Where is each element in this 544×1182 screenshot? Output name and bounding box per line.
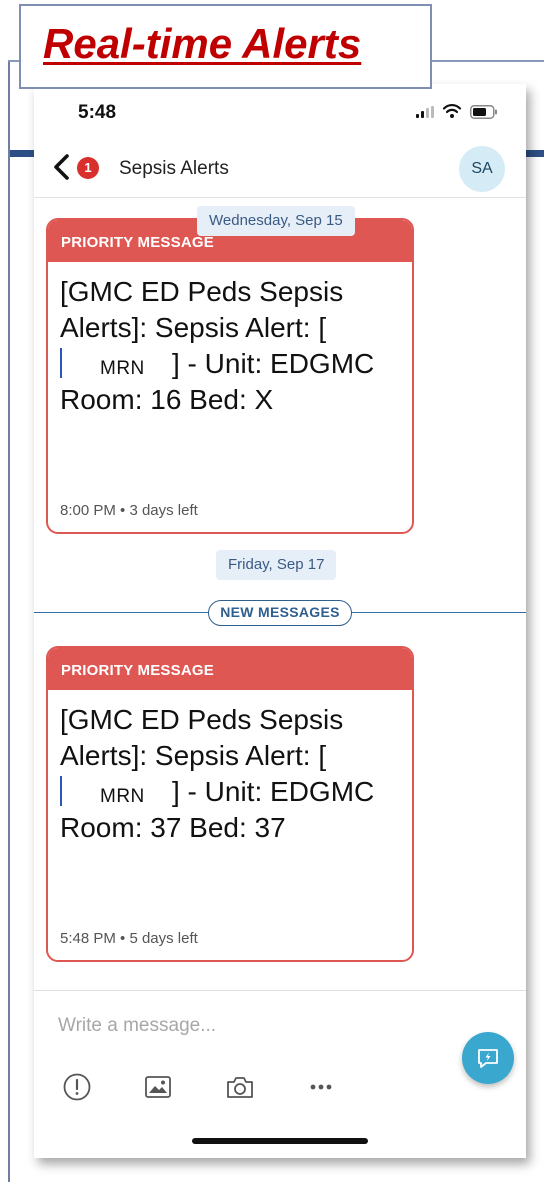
back-chevron-icon[interactable] <box>50 152 72 182</box>
new-messages-label: NEW MESSAGES <box>208 600 352 626</box>
mrn-redaction: MRN <box>60 348 172 379</box>
conversation-title: Sepsis Alerts <box>119 158 229 179</box>
message-text-start: [GMC ED Peds Sepsis Alerts]: Sepsis Aler… <box>60 276 344 343</box>
message-text: [GMC ED Peds Sepsis Alerts]: Sepsis Aler… <box>60 274 410 418</box>
date-separator: Friday, Sep 17 <box>216 550 337 580</box>
slide-title: Real-time Alerts <box>43 20 362 67</box>
phone-screen: 5:48 1 Sepsis Alerts SA PRIORITY MESSAGE… <box>34 84 526 1158</box>
slide-title-box: Real-time Alerts <box>19 4 432 89</box>
slide-band-left <box>10 150 36 157</box>
avatar[interactable]: SA <box>459 146 505 192</box>
composer-divider <box>34 990 526 991</box>
status-time: 5:48 <box>78 102 117 123</box>
mrn-redaction: MRN <box>60 776 172 807</box>
priority-icon[interactable] <box>62 1072 92 1102</box>
priority-header: PRIORITY MESSAGE <box>48 648 412 690</box>
image-icon[interactable] <box>143 1072 173 1102</box>
date-separator: Wednesday, Sep 15 <box>197 206 355 236</box>
message-input[interactable]: Write a message... <box>58 1015 216 1037</box>
home-indicator[interactable] <box>192 1138 368 1144</box>
message-card[interactable]: PRIORITY MESSAGE [GMC ED Peds Sepsis Ale… <box>46 218 414 534</box>
mrn-label: MRN <box>100 358 145 379</box>
quick-reply-icon <box>478 1049 498 1068</box>
nav-bar: 1 Sepsis Alerts SA <box>34 140 526 198</box>
status-bar: 5:48 <box>34 84 526 132</box>
mrn-label: MRN <box>100 786 145 807</box>
camera-icon[interactable] <box>225 1072 255 1102</box>
message-text-start: [GMC ED Peds Sepsis Alerts]: Sepsis Aler… <box>60 704 344 771</box>
message-timestamp: 8:00 PM • 3 days left <box>60 502 198 519</box>
battery-icon <box>470 105 497 119</box>
message-card[interactable]: PRIORITY MESSAGE [GMC ED Peds Sepsis Ale… <box>46 646 414 962</box>
more-icon[interactable] <box>306 1072 336 1102</box>
message-timestamp: 5:48 PM • 5 days left <box>60 930 198 947</box>
quick-reply-button[interactable] <box>462 1032 514 1084</box>
slide-frame-left <box>8 60 10 1182</box>
unread-count-badge: 1 <box>77 157 99 179</box>
message-text: [GMC ED Peds Sepsis Alerts]: Sepsis Aler… <box>60 702 410 846</box>
cellular-signal-icon <box>416 106 436 118</box>
wifi-icon <box>443 104 461 118</box>
